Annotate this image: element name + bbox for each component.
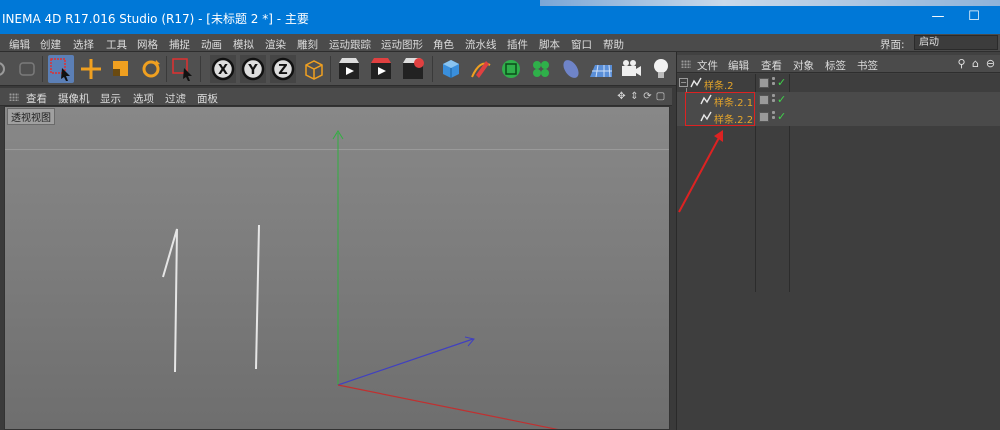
viewport-scene (162, 130, 559, 429)
z-axis-glyph: Z (278, 63, 287, 78)
menu-motion-tracker[interactable]: 运动跟踪 (329, 37, 371, 52)
layout-label: 界面: (880, 39, 905, 51)
pan-view-icon[interactable]: ✥ (616, 91, 627, 102)
move-tool-icon[interactable] (78, 55, 104, 83)
y-axis-glyph: Y (247, 63, 258, 78)
menu-window[interactable]: 窗口 (571, 37, 592, 52)
menu-mograph[interactable]: 运动图形 (381, 37, 423, 52)
background-strip (540, 0, 1000, 6)
menu-mesh[interactable]: 网格 (137, 37, 158, 52)
viewport-menu-view[interactable]: 查看 (26, 91, 47, 106)
menu-simulate[interactable]: 模拟 (233, 37, 254, 52)
viewport-menu-display[interactable]: 显示 (100, 91, 121, 106)
subdivision-surface-icon[interactable] (498, 55, 524, 83)
main-menu-bar: 编辑 创建 选择 工具 网格 捕捉 动画 模拟 渲染 雕刻 运动跟踪 运动图形 … (0, 34, 1000, 52)
menu-render[interactable]: 渲染 (265, 37, 286, 52)
x-axis-glyph: X (218, 63, 228, 78)
layout-dropdown[interactable]: 启动 (914, 35, 998, 50)
menu-edit[interactable]: 编辑 (9, 37, 30, 52)
pen-spline-icon[interactable] (468, 55, 494, 83)
cloner-icon[interactable] (528, 55, 554, 83)
spline-one-left (162, 228, 178, 373)
perspective-viewport[interactable]: 透视视图 (4, 106, 670, 430)
maximize-button[interactable]: ☐ (966, 10, 982, 24)
annotation-arrow (678, 130, 723, 213)
toolbar-separator (200, 56, 201, 82)
redo-icon[interactable] (14, 55, 40, 83)
menu-help[interactable]: 帮助 (603, 37, 624, 52)
live-selection-icon[interactable] (48, 55, 74, 83)
title-bar: INEMA 4D R17.016 Studio (R17) - [未标题 2 *… (0, 0, 1000, 34)
cinema4d-window: INEMA 4D R17.016 Studio (R17) - [未标题 2 *… (0, 0, 1000, 430)
x-axis (337, 384, 559, 429)
menu-sculpt[interactable]: 雕刻 (297, 37, 318, 52)
render-settings-icon[interactable] (400, 55, 426, 83)
recent-tool-icon[interactable] (170, 55, 196, 83)
rotate-tool-icon[interactable] (138, 55, 164, 83)
zoom-view-icon[interactable]: ⇕ (629, 91, 640, 102)
viewport-menu-filter[interactable]: 过滤 (165, 91, 186, 106)
menu-tools[interactable]: 工具 (106, 37, 127, 52)
coordinate-system-icon[interactable] (300, 55, 326, 83)
minimize-button[interactable]: — (930, 10, 946, 24)
rotate-view-icon[interactable]: ⟳ (642, 91, 653, 102)
render-to-picture-viewer-icon[interactable] (368, 55, 394, 83)
menu-snap[interactable]: 捕捉 (169, 37, 190, 52)
camera-icon[interactable] (618, 55, 644, 83)
toggle-view-icon[interactable]: ▢ (655, 91, 666, 102)
menu-plugins[interactable]: 插件 (507, 37, 528, 52)
menu-create[interactable]: 创建 (40, 37, 61, 52)
viewport-menu-options[interactable]: 选项 (133, 91, 154, 106)
cube-primitive-icon[interactable] (438, 55, 464, 83)
menu-character[interactable]: 角色 (433, 37, 454, 52)
menu-animate[interactable]: 动画 (201, 37, 222, 52)
viewport-menu-panel[interactable]: 面板 (197, 91, 218, 106)
menu-select[interactable]: 选择 (73, 37, 94, 52)
undo-icon[interactable] (0, 55, 14, 83)
z-axis (337, 338, 474, 386)
window-title: INEMA 4D R17.016 Studio (R17) - [未标题 2 *… (2, 12, 309, 26)
z-axis-lock-button[interactable]: Z (270, 55, 296, 83)
scale-tool-icon[interactable] (108, 55, 134, 83)
command-toolbar: X Y Z (0, 52, 676, 86)
deformer-icon[interactable] (558, 55, 584, 83)
menu-script[interactable]: 脚本 (539, 37, 560, 52)
viewport-menu-bar: 查看 摄像机 显示 选项 过滤 面板 ✥ ⇕ ⟳ ▢ (0, 88, 672, 106)
light-icon[interactable] (648, 55, 674, 83)
spline-one-right (255, 224, 260, 370)
render-view-icon[interactable] (336, 55, 362, 83)
toolbar-separator (166, 56, 167, 82)
menu-pipeline[interactable]: 流水线 (465, 37, 497, 52)
y-axis-lock-button[interactable]: Y (240, 55, 266, 83)
toolbar-separator (432, 56, 433, 82)
x-axis-lock-button[interactable]: X (210, 55, 236, 83)
floor-icon[interactable] (588, 55, 614, 83)
toolbar-separator (42, 56, 43, 82)
object-manager-panel: 文件 编辑 查看 对象 标签 书签 ⚲ ⌂ ⊖ − 样条.2 ✓ 样条.2.1 … (676, 52, 1000, 430)
toolbar-separator (330, 56, 331, 82)
viewport-menu-cameras[interactable]: 摄像机 (58, 91, 90, 106)
panel-grip-icon[interactable] (9, 93, 19, 101)
